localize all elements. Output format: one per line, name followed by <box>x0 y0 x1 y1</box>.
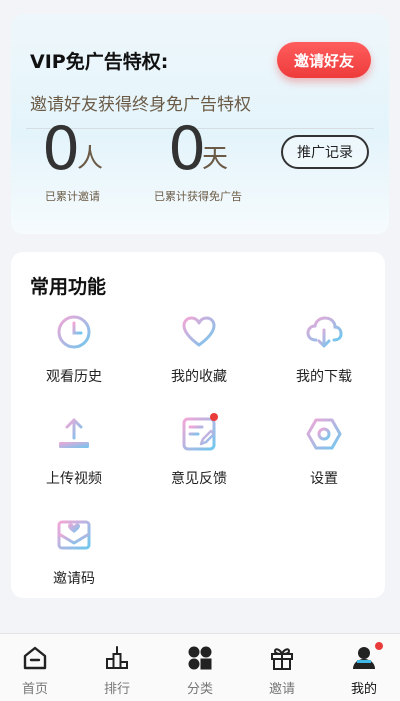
invite-friends-button[interactable]: 邀请好友 <box>277 42 371 78</box>
functions-title: 常用功能 <box>30 276 107 298</box>
promotion-record-button[interactable]: 推广记录 <box>281 135 369 169</box>
invite-code-item[interactable]: 邀请码 <box>19 514 129 594</box>
tab-category[interactable]: 分类 <box>170 644 230 700</box>
invited-label: 已累计邀请 <box>45 190 100 203</box>
envelope-heart-icon <box>54 514 94 554</box>
tab-profile-label: 我的 <box>350 682 377 697</box>
watch-history-label: 观看历史 <box>46 369 102 385</box>
settings-hexagon-icon <box>304 414 344 454</box>
tab-invite[interactable]: 邀请 <box>252 644 312 700</box>
invited-unit: 人 <box>77 144 104 174</box>
invited-count: 0 <box>42 114 81 184</box>
settings-item[interactable]: 设置 <box>269 414 379 494</box>
heart-icon <box>179 312 219 352</box>
upload-icon <box>54 414 94 454</box>
settings-label: 设置 <box>310 471 338 487</box>
feedback-badge <box>210 413 218 421</box>
days-count: 0 <box>168 114 207 184</box>
vip-card: VIP免广告特权: 邀请好友 邀请好友获得终身免广告特权 0 人 已累计邀请 0… <box>11 14 389 234</box>
vip-title: VIP免广告特权: <box>30 51 169 73</box>
invite-code-label: 邀请码 <box>53 571 95 587</box>
tab-profile[interactable]: 我的 <box>334 642 394 700</box>
days-unit: 天 <box>202 144 229 174</box>
profile-icon <box>350 642 383 672</box>
downloads-label: 我的下载 <box>296 369 352 385</box>
tab-invite-label: 邀请 <box>268 682 295 697</box>
ranking-icon <box>103 644 131 672</box>
common-functions-card: 常用功能 观看历史 我的收藏 我的下载 上传视频 意见反馈 设置 邀请码 <box>11 252 385 598</box>
vip-subtitle: 邀请好友获得终身免广告特权 <box>30 95 251 115</box>
tab-category-label: 分类 <box>186 682 213 697</box>
watch-history-item[interactable]: 观看历史 <box>19 312 129 392</box>
upload-video-item[interactable]: 上传视频 <box>19 414 129 494</box>
days-label: 已累计获得免广告 <box>154 190 242 203</box>
feedback-edit-icon <box>179 413 219 454</box>
tab-ranking-label: 排行 <box>103 682 130 697</box>
bottom-tab-bar: 首页 排行 分类 邀请 我的 <box>0 633 400 701</box>
category-icon <box>186 644 214 672</box>
clock-icon <box>54 312 94 352</box>
profile-badge <box>375 642 383 650</box>
feedback-item[interactable]: 意见反馈 <box>144 413 254 494</box>
tab-home[interactable]: 首页 <box>5 644 65 700</box>
tab-home-label: 首页 <box>21 682 48 697</box>
feedback-label: 意见反馈 <box>171 471 227 487</box>
upload-video-label: 上传视频 <box>46 471 102 487</box>
downloads-item[interactable]: 我的下载 <box>269 312 379 392</box>
favorites-item[interactable]: 我的收藏 <box>144 312 254 392</box>
favorites-label: 我的收藏 <box>171 369 227 385</box>
cloud-download-icon <box>304 312 344 352</box>
home-icon <box>21 644 49 672</box>
gift-icon <box>268 644 296 672</box>
tab-ranking[interactable]: 排行 <box>87 644 147 700</box>
